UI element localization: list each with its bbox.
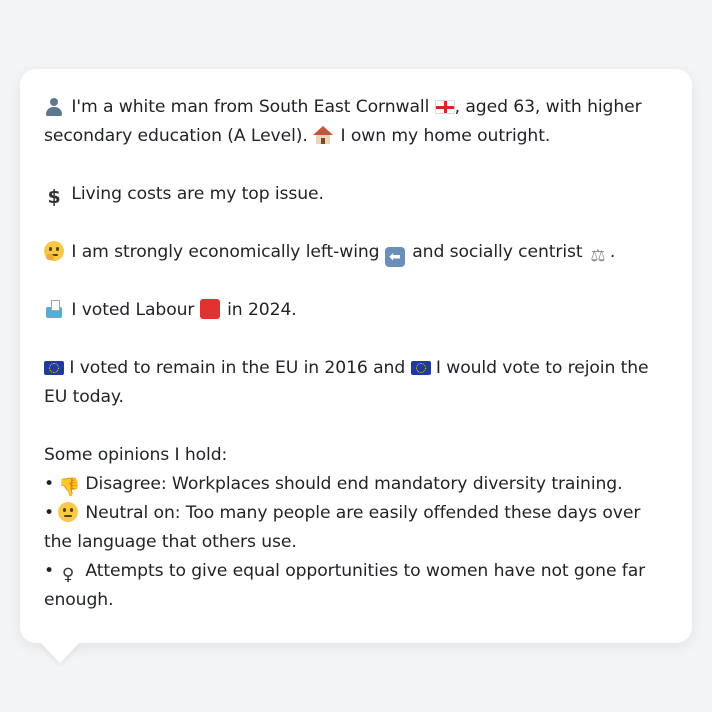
eu-paragraph: I voted to remain in the EU in 2016 and … (44, 354, 668, 412)
thinking-face-icon (44, 241, 64, 261)
female-sign-icon: ♀ (61, 565, 75, 585)
opinions-heading: Some opinions I hold: (44, 445, 228, 465)
issue-text: Living costs are my top issue. (71, 184, 324, 204)
vote-text-a: I voted Labour (71, 300, 195, 320)
issue-paragraph: $ Living costs are my top issue. (44, 180, 668, 209)
ideology-end: . (609, 242, 616, 262)
vote-text-b: in 2024. (227, 300, 297, 320)
opinion-label: Disagree: (85, 474, 167, 494)
eu-text-a: I voted to remain in the EU in 2016 and (69, 358, 406, 378)
opinion-text: Workplaces should end mandatory diversit… (166, 474, 623, 494)
profile-message-bubble: I'm a white man from South East Cornwall… (20, 69, 692, 643)
opinion-item-disagree: • 👎 Disagree: Workplaces should end manda… (44, 470, 668, 499)
red-square-icon (199, 299, 220, 319)
bullet: • (44, 561, 55, 581)
thumbs-down-icon: 👎 (58, 477, 81, 498)
opinion-label: Neutral on: (85, 503, 181, 523)
bullet: • (44, 474, 55, 494)
opinion-text: Attempts to give equal opportunities to … (44, 561, 646, 610)
intro-paragraph: I'm a white man from South East Cornwall… (44, 93, 668, 151)
dollar-icon: $ (47, 186, 61, 208)
bubble-tail (40, 642, 80, 663)
eu-flag-icon (44, 361, 64, 375)
england-flag-icon (434, 100, 455, 114)
ideology-text-a: I am strongly economically left-wing (71, 242, 380, 262)
person-icon (44, 96, 64, 116)
neutral-face-icon (58, 502, 79, 522)
scales-icon: ⚖ (590, 246, 606, 266)
ballot-box-icon (44, 299, 64, 319)
eu-flag-icon (410, 361, 431, 375)
house-icon (313, 125, 334, 145)
ideology-paragraph: I am strongly economically left-wing ⬅ a… (44, 238, 668, 267)
intro-text: I'm a white man from South East Cornwall (71, 97, 430, 117)
opinion-item-women: • ♀ Attempts to give equal opportunities … (44, 557, 668, 615)
vote-paragraph: I voted Labour in 2024. (44, 296, 668, 325)
bullet: • (44, 503, 55, 523)
home-text: I own my home outright. (340, 126, 551, 146)
left-arrow-icon: ⬅ (384, 247, 405, 267)
ideology-text-b: and socially centrist (412, 242, 583, 262)
opinion-item-neutral: • Neutral on: Too many people are easily… (44, 499, 668, 557)
